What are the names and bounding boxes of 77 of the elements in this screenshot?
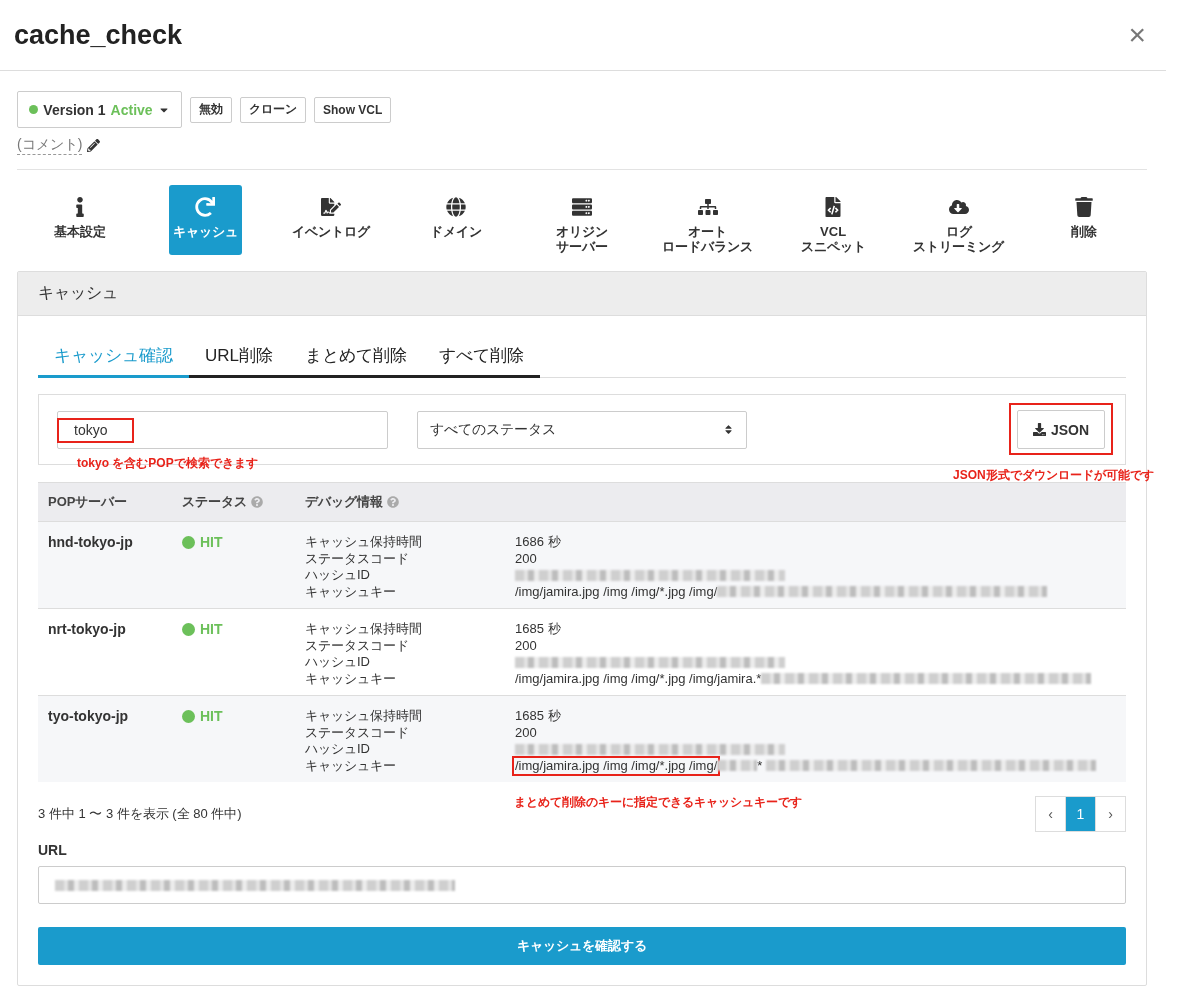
cache-key-text: /img/jamira.jpg /img /img/*.jpg /img/ <box>514 582 719 601</box>
nav-item[interactable]: 基本設定 <box>44 185 116 255</box>
signed-document-icon <box>320 197 341 217</box>
refresh-icon <box>195 197 216 217</box>
url-label: URL <box>38 842 68 858</box>
nav-item[interactable]: オート ロードバランス <box>658 185 758 255</box>
tab[interactable]: まとめて削除 <box>289 336 423 378</box>
pencil-icon[interactable] <box>87 139 101 152</box>
search-field[interactable]: tokyo <box>57 410 388 449</box>
column-header: ステータス <box>182 493 247 511</box>
json-download-button[interactable]: JSON <box>1017 410 1105 449</box>
nav-item[interactable]: VCL スニペット <box>796 185 870 255</box>
debug-value: 1686 秒 <box>515 534 561 551</box>
sort-icon <box>723 424 734 435</box>
help-icon[interactable] <box>387 496 399 508</box>
download-icon <box>1032 423 1046 436</box>
debug-value: 1685 秒 <box>515 621 561 638</box>
pop-server: tyo-tokyo-jp <box>48 708 130 724</box>
globe-icon <box>446 197 467 217</box>
nav-item[interactable]: 削除 <box>1048 185 1120 255</box>
nav-item[interactable]: ログ ストリーミング <box>909 185 1009 255</box>
debug-label: キャッシュキー <box>305 670 397 687</box>
version-action-button[interactable]: Show VCL <box>314 96 392 123</box>
debug-value: 1685 秒 <box>515 708 561 725</box>
debug-value: 200 <box>515 724 537 741</box>
tab[interactable]: すべて削除 <box>423 336 540 378</box>
cache-status: HIT <box>182 534 305 550</box>
panel-title: キャッシュ <box>18 272 1146 316</box>
debug-label: ステータスコード <box>305 724 410 741</box>
cache-key-text: /img/jamira.jpg /img /img/*.jpg /img/ <box>512 755 721 776</box>
debug-label: ステータスコード <box>305 637 410 654</box>
status-select[interactable]: すべてのステータス <box>417 410 747 449</box>
next-page-button[interactable]: › <box>1095 796 1126 832</box>
cache-status: HIT <box>182 708 305 724</box>
help-icon[interactable] <box>251 496 263 508</box>
cloud-download-icon <box>948 197 969 217</box>
cache-status: HIT <box>182 621 305 637</box>
version-label: Version 1 <box>43 101 106 118</box>
debug-label: ステータスコード <box>305 550 410 567</box>
column-header: POPサーバー <box>48 493 128 511</box>
version-action-button[interactable]: クローン <box>240 96 306 123</box>
version-status: Active <box>110 101 153 118</box>
debug-label: キャッシュ保持時間 <box>305 708 423 725</box>
annotation-text: tokyo を含むPOPで検索できます <box>77 454 258 472</box>
cache-key-text: * <box>756 756 764 775</box>
debug-label: キャッシュ保持時間 <box>305 534 423 551</box>
debug-label: ハッシュID <box>305 567 371 584</box>
server-icon <box>572 197 592 217</box>
debug-label: キャッシュキー <box>305 757 397 774</box>
comment-link[interactable]: (コメント) <box>17 136 83 155</box>
pop-server: nrt-tokyo-jp <box>48 621 127 637</box>
cache-key-text: /img/jamira.jpg /img /img/*.jpg /img/jamira.* <box>514 669 763 688</box>
debug-label: キャッシュ保持時間 <box>305 621 423 638</box>
column-header: デバッグ情報 <box>305 493 383 511</box>
debug-value: 200 <box>515 637 537 654</box>
debug-label: ハッシュID <box>305 741 371 758</box>
tab[interactable]: URL削除 <box>189 336 289 378</box>
close-button[interactable]: × <box>1122 18 1152 52</box>
nav-item[interactable]: オリジン サーバー <box>546 185 618 255</box>
annotation-text: JSON形式でダウンロードが可能です <box>953 467 1154 484</box>
pop-server: hnd-tokyo-jp <box>48 534 134 550</box>
debug-label: キャッシュキー <box>305 583 397 600</box>
annotation-text: まとめて削除のキーに指定できるキャッシュキーです <box>514 794 802 811</box>
code-file-icon <box>823 197 844 217</box>
previous-page-button[interactable]: ‹ <box>1035 796 1066 832</box>
nav-item[interactable]: イベントログ <box>287 185 374 255</box>
version-action-button[interactable]: 無効 <box>190 96 232 123</box>
version-dropdown[interactable]: Version 1 Active <box>17 91 182 128</box>
dialog-title: cache_check <box>14 19 183 51</box>
nav-item[interactable]: ドメイン <box>420 185 492 255</box>
trash-icon <box>1074 197 1095 217</box>
debug-value: 200 <box>515 550 537 567</box>
redacted-text <box>717 760 758 772</box>
url-field[interactable] <box>38 866 1126 904</box>
debug-label: ハッシュID <box>305 654 371 671</box>
result-summary: 3 件中 1 〜 3 件を表示 (全 80 件中) <box>38 805 242 823</box>
hierarchy-icon <box>697 197 718 217</box>
